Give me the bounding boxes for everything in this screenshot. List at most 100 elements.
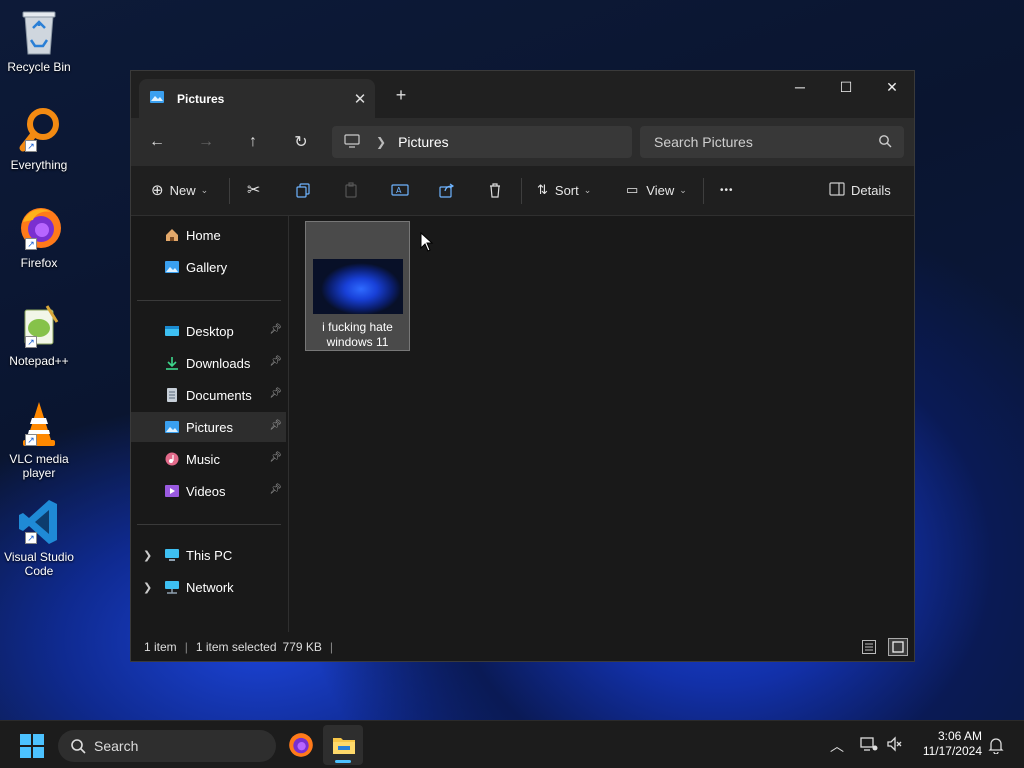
- recycle-bin-icon: [17, 8, 61, 56]
- show-hidden-icons-chevron-up-icon[interactable]: ︿: [830, 736, 844, 756]
- file-name: i fucking hate windows 11: [322, 320, 393, 349]
- file-explorer-window: Pictures ✕ + ─ ☐ ✕ ← → ↑ ↻ ❯ Pictures Se…: [130, 70, 915, 662]
- desktop-icon-everything[interactable]: ↗ Everything: [4, 106, 74, 172]
- sidebar-item-pictures[interactable]: Pictures 📌︎: [131, 412, 286, 442]
- sidebar-item-desktop[interactable]: Desktop 📌︎: [131, 316, 286, 346]
- divider: [137, 300, 281, 301]
- plus-circle-icon: ⊕: [151, 182, 164, 199]
- mouse-cursor-icon: [420, 231, 434, 255]
- chevron-right-icon[interactable]: ❯: [143, 581, 152, 594]
- network-status-icon[interactable]: [860, 736, 878, 755]
- active-indicator: [335, 760, 351, 763]
- copy-icon[interactable]: [295, 166, 311, 214]
- desktop-icon-recycle-bin[interactable]: Recycle Bin: [4, 8, 74, 74]
- desktop-icon-notepad-plus-plus[interactable]: ↗ Notepad++: [4, 302, 74, 368]
- clock-time: 3:06 AM: [937, 729, 982, 743]
- sidebar-item-label: Videos: [186, 483, 226, 499]
- image-thumbnail: [312, 259, 403, 314]
- divider: [137, 524, 281, 525]
- sidebar-item-downloads[interactable]: Downloads 📌︎: [131, 348, 286, 378]
- pin-icon[interactable]: 📌︎: [269, 452, 282, 463]
- sidebar-item-home[interactable]: Home: [131, 220, 286, 250]
- home-icon: [164, 228, 180, 242]
- sidebar-item-label: Desktop: [186, 323, 234, 339]
- details-pane-icon: [829, 181, 845, 199]
- firefox-icon: ↗: [17, 204, 61, 252]
- shortcut-arrow-icon: ↗: [25, 434, 37, 446]
- tab-title: Pictures: [177, 91, 225, 106]
- shortcut-arrow-icon: ↗: [25, 238, 37, 250]
- file-list: i fucking hate windows 11: [290, 216, 914, 632]
- address-bar[interactable]: ❯ Pictures: [332, 126, 632, 158]
- pin-icon[interactable]: 📌︎: [269, 388, 282, 399]
- chevron-right-icon[interactable]: ❯: [376, 135, 386, 149]
- system-clock[interactable]: 3:06 AM 11/17/2024: [923, 729, 982, 759]
- desktop-icon-label: Visual Studio Code: [4, 550, 74, 578]
- divider: |: [329, 640, 334, 654]
- desktop-icon-firefox[interactable]: ↗ Firefox: [4, 204, 74, 270]
- volume-muted-icon[interactable]: [886, 736, 904, 755]
- taskbar-firefox-icon[interactable]: [288, 732, 314, 761]
- refresh-icon[interactable]: ↻: [287, 130, 315, 154]
- desktop-icon-vlc[interactable]: ↗ VLC media player: [4, 400, 74, 480]
- file-item[interactable]: i fucking hate windows 11: [305, 221, 410, 351]
- sidebar-item-music[interactable]: Music 📌︎: [131, 444, 286, 474]
- delete-icon[interactable]: [487, 166, 503, 214]
- view-label: View: [646, 182, 675, 198]
- desktop-icon-vscode[interactable]: ↗ Visual Studio Code: [4, 498, 74, 578]
- status-bar: 1 item | 1 item selected 779 KB |: [131, 633, 914, 661]
- search-input[interactable]: Search Pictures: [640, 126, 904, 158]
- notification-bell-icon[interactable]: [988, 736, 1004, 757]
- title-bar: Pictures ✕ + ─ ☐ ✕: [131, 71, 914, 118]
- large-icons-view-icon[interactable]: [888, 638, 908, 656]
- sidebar-item-network[interactable]: ❯ Network: [131, 572, 286, 602]
- shortcut-arrow-icon: ↗: [25, 336, 37, 348]
- rename-icon[interactable]: A: [391, 166, 409, 214]
- desktop-icon-label: Everything: [10, 158, 68, 172]
- cut-icon[interactable]: ✂: [247, 166, 260, 214]
- new-tab-button[interactable]: +: [389, 85, 413, 106]
- more-options-icon[interactable]: •••: [720, 166, 734, 214]
- pin-icon[interactable]: 📌︎: [269, 484, 282, 495]
- sidebar-item-gallery[interactable]: Gallery: [131, 252, 286, 282]
- selection-size: 779 KB: [282, 640, 322, 654]
- up-arrow-icon[interactable]: ↑: [239, 130, 267, 154]
- search-placeholder: Search Pictures: [654, 134, 753, 150]
- sidebar-item-label: Pictures: [186, 419, 233, 435]
- back-arrow-icon[interactable]: ←: [143, 130, 171, 154]
- details-button[interactable]: Details: [829, 166, 891, 214]
- pin-icon[interactable]: 📌︎: [269, 420, 282, 431]
- sidebar-item-documents[interactable]: Documents 📌︎: [131, 380, 286, 410]
- sidebar-item-label: Music: [186, 451, 220, 467]
- sort-button[interactable]: ⇅ Sort ⌄: [537, 166, 591, 214]
- view-button[interactable]: ▭ View ⌄: [626, 166, 687, 214]
- paste-icon[interactable]: [343, 166, 359, 214]
- maximize-button[interactable]: ☐: [823, 71, 869, 103]
- pin-icon[interactable]: 📌︎: [269, 324, 282, 335]
- tab-close-icon[interactable]: ✕: [345, 90, 375, 108]
- monitor-icon: [344, 133, 360, 151]
- breadcrumb-pictures[interactable]: Pictures: [398, 134, 449, 150]
- sidebar-item-this-pc[interactable]: ❯ This PC: [131, 540, 286, 570]
- sidebar-item-videos[interactable]: Videos 📌︎: [131, 476, 286, 506]
- close-button[interactable]: ✕: [869, 71, 915, 103]
- chevron-down-icon: ⌄: [200, 184, 209, 195]
- taskbar: Search ︿ 3:06 AM 11/17/2024: [0, 720, 1024, 768]
- tab-pictures[interactable]: Pictures ✕: [139, 79, 375, 118]
- svg-text:A: A: [396, 186, 402, 195]
- pin-icon[interactable]: 📌︎: [269, 356, 282, 367]
- divider: [703, 178, 704, 204]
- new-button[interactable]: ⊕ New ⌄: [151, 166, 208, 214]
- vscode-icon: ↗: [17, 498, 61, 546]
- search-icon: [70, 738, 86, 757]
- taskbar-search-box[interactable]: Search: [58, 730, 276, 762]
- sidebar-item-label: Home: [186, 227, 221, 243]
- forward-arrow-icon[interactable]: →: [192, 130, 220, 154]
- chevron-right-icon[interactable]: ❯: [143, 549, 152, 562]
- taskbar-file-explorer-button[interactable]: [323, 725, 363, 765]
- selection-info: 1 item selected: [195, 640, 277, 654]
- share-icon[interactable]: [439, 166, 455, 214]
- start-button[interactable]: [20, 734, 44, 761]
- minimize-button[interactable]: ─: [777, 71, 823, 103]
- details-view-icon[interactable]: [862, 640, 876, 657]
